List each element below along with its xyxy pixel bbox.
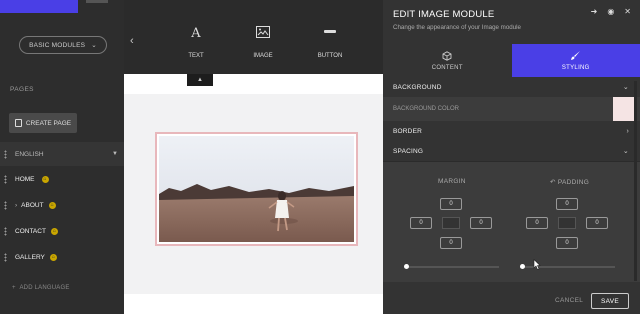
tab-content[interactable]: CONTENT	[383, 44, 512, 77]
tab-label: CONTENT	[431, 64, 463, 71]
panel-header-actions: ➜ ◉ ✕	[591, 7, 631, 16]
language-selector[interactable]: ENGLISH ▼	[0, 142, 124, 166]
page-canvas	[124, 74, 383, 314]
create-page-label: CREATE PAGE	[25, 119, 72, 127]
spacing-section-header[interactable]: SPACING ⌄	[383, 141, 640, 162]
brand-bar	[0, 0, 78, 13]
eye-icon[interactable]: ◉	[607, 7, 614, 16]
border-section-header[interactable]: BORDER ›	[383, 121, 640, 142]
panel-title: EDIT IMAGE MODULE	[393, 9, 495, 20]
drag-handle-icon[interactable]	[4, 174, 7, 184]
panel-tabs: CONTENT STYLING	[383, 44, 640, 77]
button-module-button[interactable]: BUTTON	[310, 26, 350, 59]
margin-box-preview	[442, 217, 460, 229]
tab-styling[interactable]: STYLING	[511, 44, 640, 77]
pages-label: PAGES	[10, 86, 34, 93]
sidebar-item-label: CONTACT	[15, 227, 46, 235]
padding-label: ↶ PADDING	[550, 178, 589, 186]
modules-dropdown[interactable]: BASIC MODULES ⌄	[19, 36, 107, 54]
selected-image-module[interactable]	[155, 132, 358, 246]
brand-divider	[86, 0, 108, 3]
left-sidebar: BASIC MODULES ⌄ PAGES CREATE PAGE ENGLIS…	[0, 0, 124, 314]
cancel-button[interactable]: CANCEL	[555, 297, 583, 304]
margin-slider-handle[interactable]	[404, 264, 409, 269]
padding-top-input[interactable]: 0	[556, 198, 578, 210]
chevron-down-icon: ⌄	[622, 84, 629, 91]
margin-label: MARGIN	[438, 178, 466, 185]
image-icon	[243, 26, 283, 44]
toolbar-collapse-tab[interactable]: ▲	[187, 74, 213, 86]
page-status-icon: ⌂	[50, 227, 58, 235]
padding-label-text: PADDING	[557, 179, 590, 186]
edit-module-panel: EDIT IMAGE MODULE Change the appearance …	[383, 0, 640, 314]
tool-label: TEXT	[188, 53, 204, 59]
chevron-left-icon[interactable]: ‹	[130, 35, 134, 47]
panel-subtitle: Change the appearance of your Image modu…	[393, 24, 521, 31]
drag-handle-icon[interactable]	[4, 226, 7, 236]
cube-icon	[442, 50, 452, 61]
close-icon[interactable]: ✕	[624, 7, 631, 16]
section-label: SPACING	[393, 147, 424, 155]
add-language-label: ADD LANGUAGE	[19, 285, 70, 291]
padding-slider-handle[interactable]	[520, 264, 525, 269]
sidebar-item-contact[interactable]: CONTACT ⌂	[0, 219, 124, 243]
chevron-down-icon: ⌄	[91, 42, 97, 49]
padding-left-input[interactable]: 0	[526, 217, 548, 229]
margin-slider[interactable]	[404, 266, 499, 268]
brush-icon	[571, 51, 581, 60]
tool-label: BUTTON	[317, 53, 343, 59]
margin-bottom-input[interactable]: 0	[440, 237, 462, 249]
padding-box-preview	[558, 217, 576, 229]
background-section-header[interactable]: BACKGROUND ⌄	[383, 77, 640, 98]
tab-label: STYLING	[561, 65, 590, 71]
margin-left-input[interactable]: 0	[410, 217, 432, 229]
page-status-icon: ⌂	[48, 201, 56, 209]
modules-dropdown-label: BASIC MODULES	[29, 41, 86, 49]
create-page-button[interactable]: CREATE PAGE	[9, 113, 77, 133]
detach-icon[interactable]: ➜	[591, 7, 598, 16]
tool-label: IMAGE	[253, 53, 273, 59]
spacing-controls: MARGIN 0 0 0 0 ↶ PADDING 0 0 0 0	[383, 162, 640, 282]
text-module-button[interactable]: A TEXT	[176, 26, 216, 59]
sidebar-item-label: ABOUT	[21, 201, 44, 209]
background-color-swatch[interactable]	[613, 97, 636, 121]
mouse-cursor-icon	[533, 259, 541, 270]
sidebar-item-label: HOME	[15, 175, 35, 183]
sidebar-item-about[interactable]: › ABOUT ⌂	[0, 193, 124, 217]
section-label: BACKGROUND	[393, 83, 442, 91]
chevron-right-icon: ›	[626, 127, 629, 135]
margin-top-input[interactable]: 0	[440, 198, 462, 210]
chevron-right-icon[interactable]: ›	[15, 202, 17, 209]
sidebar-item-label: GALLERY	[15, 253, 45, 261]
sidebar-item-gallery[interactable]: GALLERY ⌂	[0, 245, 124, 269]
add-language-link[interactable]: + ADD LANGUAGE	[12, 285, 70, 291]
save-button[interactable]: SAVE	[591, 293, 629, 309]
chevron-down-icon: ⌄	[622, 148, 629, 155]
module-toolbar: ‹ A TEXT IMAGE BUTTON	[124, 0, 383, 74]
sidebar-item-home[interactable]: HOME ⌂	[0, 167, 124, 191]
reset-icon[interactable]: ↶	[550, 179, 556, 186]
language-label: ENGLISH	[15, 150, 44, 158]
background-color-row: BACKGROUND COLOR	[383, 97, 640, 121]
padding-right-input[interactable]: 0	[586, 217, 608, 229]
drag-handle-icon[interactable]	[4, 149, 7, 159]
chevron-down-icon: ▼	[112, 151, 118, 157]
home-badge-icon: ⌂	[41, 175, 49, 183]
drag-handle-icon[interactable]	[4, 252, 7, 262]
desert-photo	[159, 136, 354, 242]
section-label: BORDER	[393, 127, 423, 135]
new-page-icon	[14, 119, 22, 127]
page-status-icon: ⌂	[49, 253, 57, 261]
button-icon	[310, 26, 350, 44]
panel-scrollbar[interactable]	[634, 81, 637, 281]
padding-bottom-input[interactable]: 0	[556, 237, 578, 249]
background-color-label: BACKGROUND COLOR	[393, 106, 460, 112]
margin-right-input[interactable]: 0	[470, 217, 492, 229]
text-icon: A	[191, 26, 201, 41]
drag-handle-icon[interactable]	[4, 200, 7, 210]
image-module-button[interactable]: IMAGE	[243, 26, 283, 59]
chevron-up-icon: ▲	[197, 77, 203, 83]
panel-footer: CANCEL SAVE	[383, 287, 640, 314]
